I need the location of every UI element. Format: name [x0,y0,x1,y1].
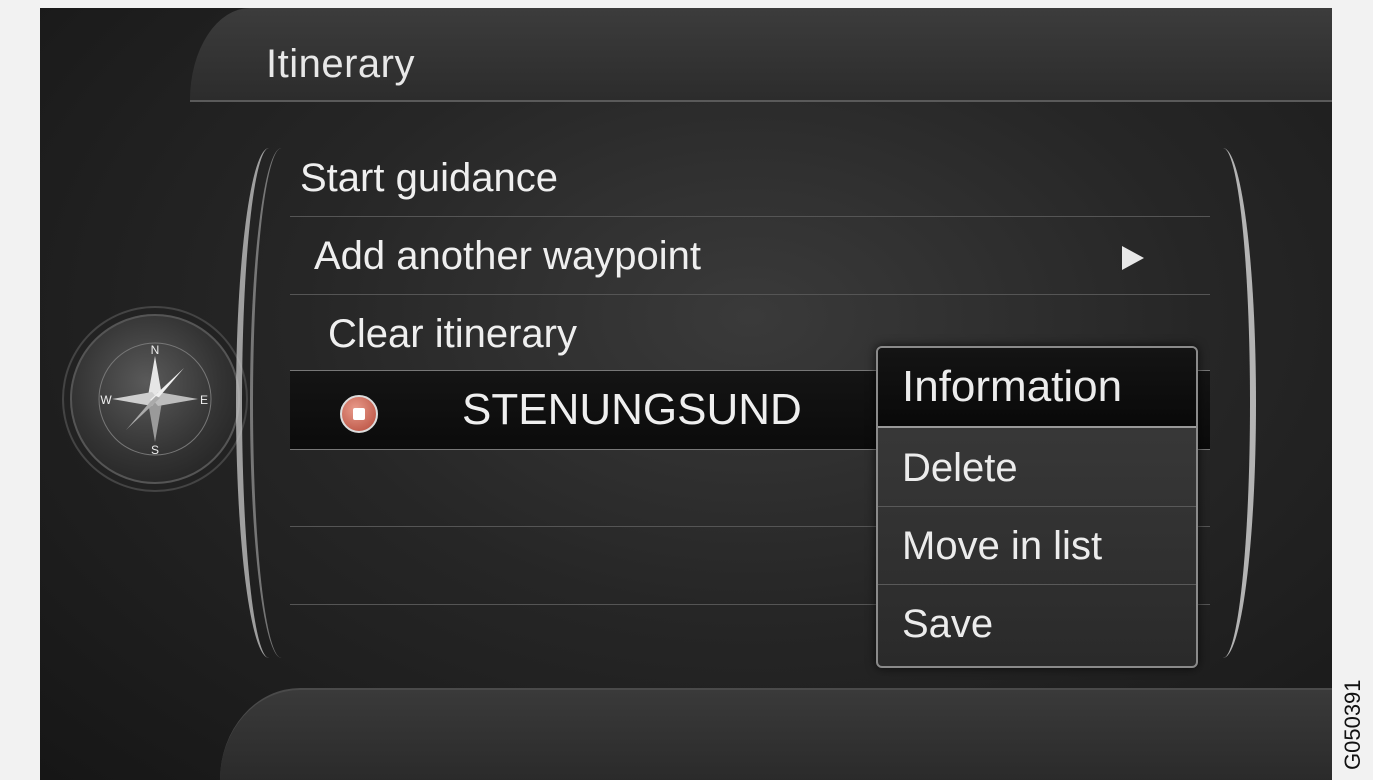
page-title: Itinerary [266,42,415,86]
waypoint-icon [340,395,378,433]
compass-north-label: N [151,343,160,357]
compass-west-label: W [100,393,112,407]
footer-bar [220,688,1332,780]
compass-east-label: E [200,393,208,407]
popup-item-label: Information [902,362,1123,411]
popup-item-move-in-list[interactable]: Move in list [878,506,1196,585]
menu-item-add-waypoint[interactable]: Add another waypoint [290,216,1210,295]
popup-item-label: Move in list [902,524,1103,568]
menu-item-label: Add another waypoint [314,234,701,278]
popup-item-delete[interactable]: Delete [878,428,1196,507]
popup-item-label: Save [902,602,994,646]
waypoint-label: STENUNGSUND [462,385,802,434]
popup-item-information[interactable]: Information [878,348,1196,428]
context-popup-menu: Information Delete Move in list Save [876,346,1198,668]
popup-item-label: Delete [902,446,1018,490]
compass-rose-icon: N S E W [98,342,212,457]
menu-item-label: Start guidance [300,156,558,200]
popup-item-save[interactable]: Save [878,584,1196,662]
figure-code: G050391 [1340,679,1365,770]
menu-item-start-guidance[interactable]: Start guidance [290,138,1210,217]
menu-item-label: Clear itinerary [328,312,577,356]
chevron-right-icon [1122,246,1144,270]
compass-south-label: S [151,443,159,457]
compass-icon[interactable]: N S E W [70,314,240,484]
